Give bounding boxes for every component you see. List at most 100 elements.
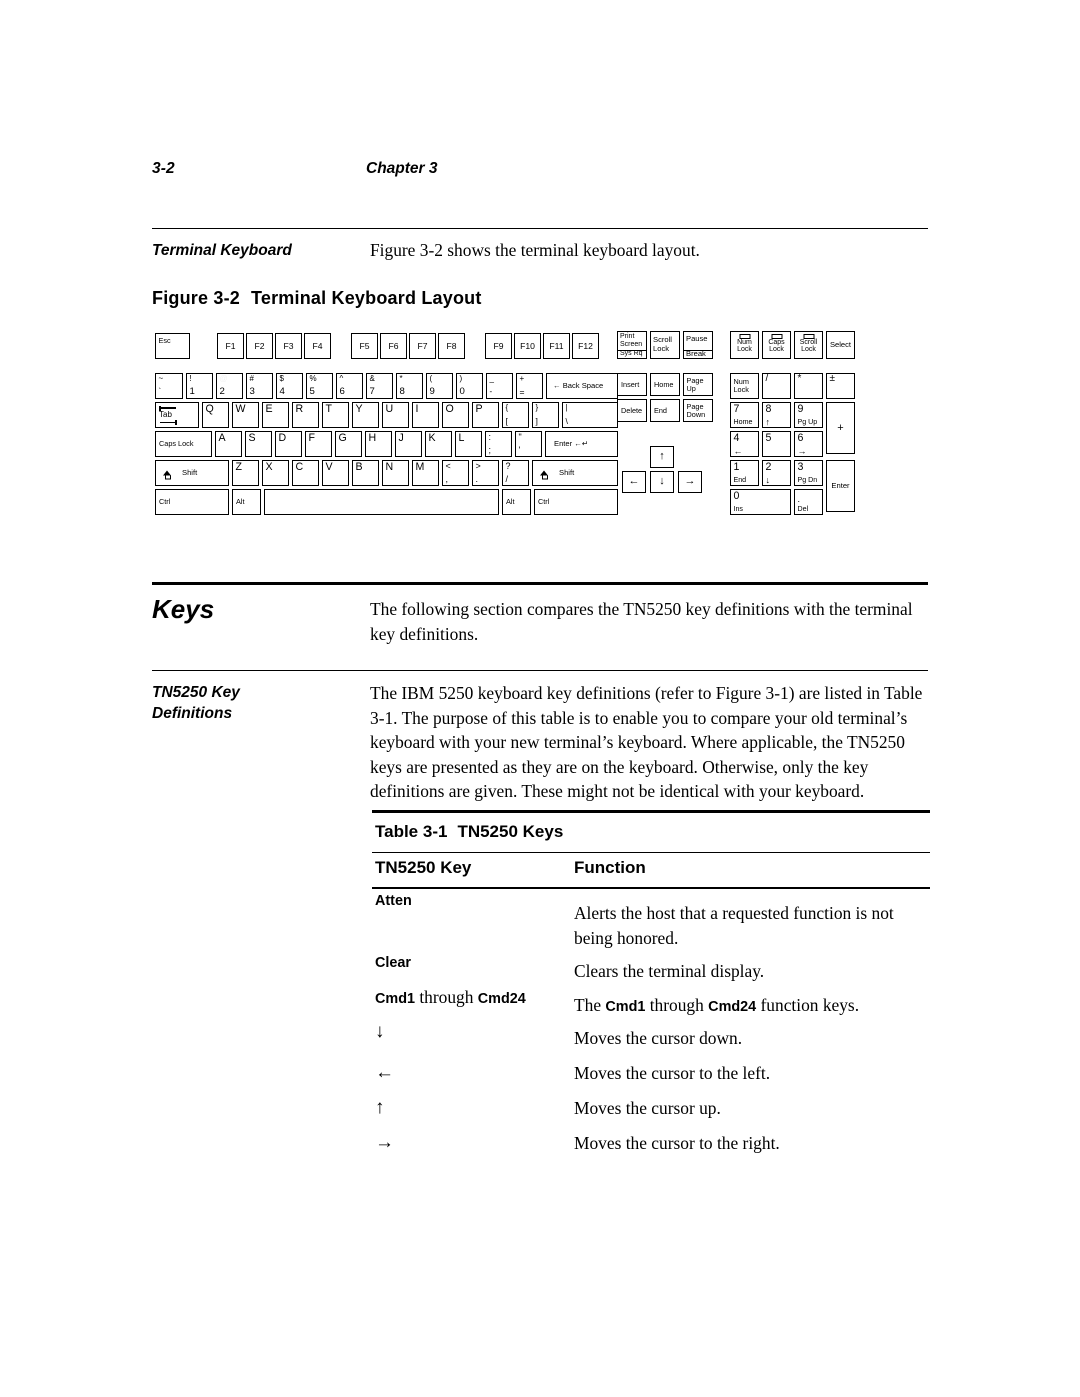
key-f6: F6 xyxy=(380,333,407,359)
key-f10: F10 xyxy=(514,333,541,359)
key-print-screen: Print Screen Sys Rq xyxy=(617,331,647,359)
table-caption: Table 3-1 TN5250 Keys xyxy=(372,813,930,852)
key-arrow-right: → xyxy=(678,471,702,493)
key-minus: _ - xyxy=(486,373,513,399)
key-4: $ 4 xyxy=(276,373,303,399)
key-a: A xyxy=(215,431,242,457)
key-j: J xyxy=(395,431,422,457)
table-cell-key: Atten xyxy=(375,893,412,909)
key-esc: Esc xyxy=(155,333,190,359)
key-shift-left: Shift xyxy=(155,460,229,486)
key-scroll-lock: Scroll Lock xyxy=(650,331,680,359)
figure-number: Figure 3-2 xyxy=(152,288,241,308)
indicator-scroll-lock: Scroll Lock xyxy=(794,331,823,359)
key-b: B xyxy=(352,460,379,486)
table-cell-key: ← xyxy=(375,1062,394,1083)
key-bracket-right: } ] xyxy=(532,402,559,428)
key-f7: F7 xyxy=(409,333,436,359)
table-cell-function: Moves the cursor down. xyxy=(574,1028,743,1048)
sechead-keys: Keys xyxy=(152,594,215,624)
key-equals: + = xyxy=(516,373,543,399)
key-esc-label: Esc xyxy=(158,335,171,345)
key-home: Home xyxy=(650,373,680,396)
key-arrow-up: ↑ xyxy=(650,446,674,468)
indicator-num-lock: Num Lock xyxy=(730,331,759,359)
numpad-8: 8 ↑ xyxy=(762,402,791,428)
document-page: 3-2 Chapter 3 Terminal Keyboard Figure 3… xyxy=(0,0,1080,1397)
key-enter: Enter ←↵ xyxy=(545,431,618,457)
numpad-3: 3 Pg Dn xyxy=(794,460,823,486)
key-d: D xyxy=(275,431,302,457)
key-m: M xyxy=(412,460,439,486)
key-2: @ 2 xyxy=(216,373,243,399)
key-r: R xyxy=(292,402,319,428)
key-bracket-left: { [ xyxy=(502,402,529,428)
key-delete: Delete xyxy=(617,399,647,422)
table-cell-function: The Cmd1 through Cmd24 function keys. xyxy=(574,995,860,1015)
table-row: → Moves the cursor to the right. xyxy=(372,1131,930,1166)
numpad-num-lock: Num Lock xyxy=(730,373,759,399)
key-e: E xyxy=(262,402,289,428)
running-head: 3-2 Chapter 3 xyxy=(152,160,952,184)
numpad-decimal: . Del xyxy=(794,489,823,515)
key-f5: F5 xyxy=(351,333,378,359)
body-terminal-keyboard: Figure 3-2 shows the terminal keyboard l… xyxy=(370,240,700,260)
column-header-key: TN5250 Key xyxy=(375,858,472,877)
key-s: S xyxy=(245,431,272,457)
key-i: I xyxy=(412,402,439,428)
page-folio: 3-2 xyxy=(152,160,175,177)
key-slash: ? / xyxy=(502,460,529,486)
rule-table-top xyxy=(372,810,930,813)
table-title: TN5250 Keys xyxy=(457,822,564,841)
table-cell-key: ↓ xyxy=(375,1021,385,1042)
numpad-9: 9 Pg Up xyxy=(794,402,823,428)
key-5: % 5 xyxy=(306,373,333,399)
key-f2: F2 xyxy=(246,333,273,359)
key-page-up: Page Up xyxy=(683,373,713,396)
table-number: Table 3-1 xyxy=(375,822,448,841)
key-f12: F12 xyxy=(572,333,599,359)
key-f8: F8 xyxy=(438,333,465,359)
key-f: F xyxy=(305,431,332,457)
key-semicolon: : ; xyxy=(485,431,512,457)
table-row: ↑ Moves the cursor up. xyxy=(372,1096,930,1131)
key-f3: F3 xyxy=(275,333,302,359)
key-p: P xyxy=(472,402,499,428)
numpad-6: 6 → xyxy=(794,431,823,457)
table-row: Atten Alerts the host that a requested f… xyxy=(372,889,930,951)
key-alt-left: Alt xyxy=(232,489,261,515)
key-6: ^ 6 xyxy=(336,373,363,399)
key-9: ( 9 xyxy=(426,373,453,399)
key-t: T xyxy=(322,402,349,428)
key-alt-right: Alt xyxy=(502,489,531,515)
numpad-plus: + xyxy=(826,402,855,454)
key-insert: Insert xyxy=(617,373,647,396)
key-l: L xyxy=(455,431,482,457)
numpad-multiply: * xyxy=(794,373,823,399)
numpad-0: 0 Ins xyxy=(730,489,791,515)
figure-title: Terminal Keyboard Layout xyxy=(251,288,482,308)
column-header-function: Function xyxy=(574,858,646,877)
table-cell-key: → xyxy=(375,1132,394,1153)
numpad-5: 5 xyxy=(762,431,791,457)
key-c: C xyxy=(292,460,319,486)
key-pause-break: Pause Break xyxy=(683,331,713,359)
chapter-label: Chapter 3 xyxy=(366,160,438,177)
terminal-keyboard-diagram: Esc F1 F2 F3 F4 F5 F6 F7 F8 F9 F10 F11 F… xyxy=(155,331,855,529)
key-u: U xyxy=(382,402,409,428)
table-row: ← Moves the cursor to the left. xyxy=(372,1061,930,1096)
key-7: & 7 xyxy=(366,373,393,399)
table-tn5250-keys: Table 3-1 TN5250 Keys TN5250 Key Function… xyxy=(372,810,930,1166)
key-8: * 8 xyxy=(396,373,423,399)
key-shift-right: Shift xyxy=(532,460,618,486)
key-3: # 3 xyxy=(246,373,273,399)
numpad-divide: / xyxy=(762,373,791,399)
table-cell-function: Moves the cursor up. xyxy=(574,1098,721,1118)
numpad-plus-minus: ± xyxy=(826,373,855,399)
key-f4: F4 xyxy=(304,333,331,359)
sidehead-tn5250-definitions: TN5250 Key Definitions xyxy=(152,684,240,722)
key-x: X xyxy=(262,460,289,486)
key-n: N xyxy=(382,460,409,486)
shift-arrow-icon-right xyxy=(540,470,548,480)
key-f1: F1 xyxy=(217,333,244,359)
